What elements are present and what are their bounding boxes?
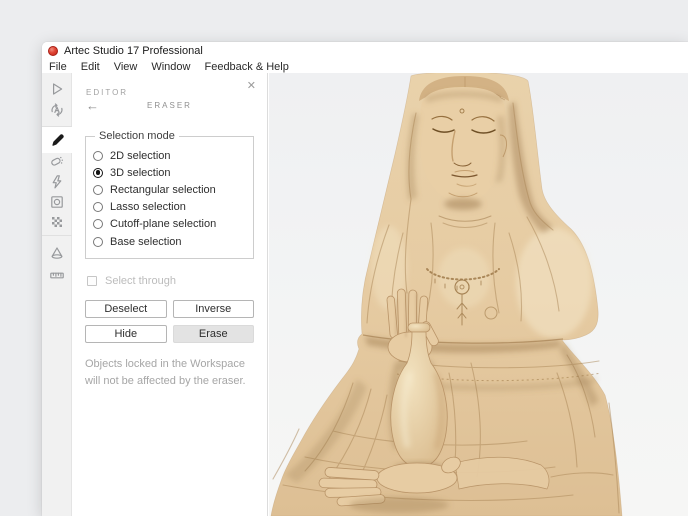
radio-option-label: 2D selection [110, 150, 171, 162]
radio-option-lasso-selection[interactable]: Lasso selection [93, 199, 247, 216]
radio-button-icon[interactable] [93, 168, 103, 178]
desktop-background: Artec Studio 17 Professional File Edit V… [0, 0, 688, 516]
radio-option-base-selection[interactable]: Base selection [93, 233, 247, 250]
radio-option-label: Base selection [110, 236, 182, 248]
close-icon[interactable]: ✕ [247, 79, 256, 92]
radio-button-icon[interactable] [93, 202, 103, 212]
editor-panel: EDITOR ✕ ← ERASER Selection mode 2D sele… [72, 73, 268, 516]
tool-autopilot[interactable] [42, 97, 72, 123]
play-icon [49, 81, 65, 97]
artec-app-icon [48, 46, 58, 56]
eraser-title: ERASER [72, 97, 267, 110]
circle-in-square-icon [49, 194, 65, 210]
hide-button[interactable]: Hide [85, 325, 167, 343]
radio-button-icon[interactable] [93, 185, 103, 195]
radio-option-cutoff-plane-selection[interactable]: Cutoff-plane selection [93, 216, 247, 233]
radio-button-icon[interactable] [93, 219, 103, 229]
left-toolbar [42, 73, 72, 516]
title-bar[interactable]: Artec Studio 17 Professional [42, 42, 688, 60]
toolbar-separator [42, 235, 72, 236]
menu-edit[interactable]: Edit [81, 61, 100, 73]
panel-title: EDITOR [86, 88, 128, 97]
window-title: Artec Studio 17 Professional [64, 45, 203, 57]
menu-view[interactable]: View [114, 61, 138, 73]
back-arrow-icon[interactable]: ← [86, 98, 99, 113]
tool-measure[interactable] [42, 262, 72, 288]
statue-model [269, 73, 688, 516]
selection-mode-options: 2D selection 3D selection Rectangular sele… [93, 147, 247, 250]
menu-feedback-help[interactable]: Feedback & Help [204, 61, 288, 73]
eraser-buttons: Deselect Inverse Hide Erase [85, 300, 254, 343]
app-window: Artec Studio 17 Professional File Edit V… [42, 42, 688, 516]
checkerboard-icon [49, 214, 65, 230]
tool-texture[interactable] [42, 209, 72, 235]
radio-option-2d-selection[interactable]: 2D selection [93, 147, 247, 164]
radio-button-icon[interactable] [93, 151, 103, 161]
radio-option-label: 3D selection [110, 167, 171, 179]
radio-option-rectangular-selection[interactable]: Rectangular selection [93, 181, 247, 198]
roller-brush-icon [49, 153, 65, 169]
3d-viewport[interactable] [269, 73, 688, 516]
selection-mode-legend: Selection mode [95, 130, 179, 142]
radio-option-label: Lasso selection [110, 201, 186, 213]
selection-mode-group: Selection mode 2D selection 3D selection R… [85, 130, 254, 259]
select-through-checkbox[interactable]: Select through [87, 275, 267, 287]
menu-bar: File Edit View Window Feedback & Help [42, 60, 688, 73]
eraser-header: ← ERASER [72, 97, 267, 119]
cone-icon [49, 245, 65, 261]
radio-option-label: Cutoff-plane selection [110, 218, 216, 230]
menu-window[interactable]: Window [151, 61, 190, 73]
panel-header: EDITOR ✕ [72, 73, 267, 95]
eraser-note: Objects locked in the Workspace will not… [85, 356, 254, 389]
pencil-icon [50, 132, 66, 148]
radio-option-3d-selection[interactable]: 3D selection [93, 164, 247, 181]
deselect-button[interactable]: Deselect [85, 300, 167, 318]
lightning-icon [49, 174, 65, 190]
erase-button[interactable]: Erase [173, 325, 255, 343]
ruler-icon [49, 267, 65, 283]
menu-file[interactable]: File [49, 61, 67, 73]
select-through-label: Select through [105, 275, 176, 287]
autopilot-icon [49, 102, 65, 118]
checkbox-box-icon[interactable] [87, 276, 97, 286]
radio-button-icon[interactable] [93, 237, 103, 247]
inverse-button[interactable]: Inverse [173, 300, 255, 318]
radio-option-label: Rectangular selection [110, 184, 216, 196]
